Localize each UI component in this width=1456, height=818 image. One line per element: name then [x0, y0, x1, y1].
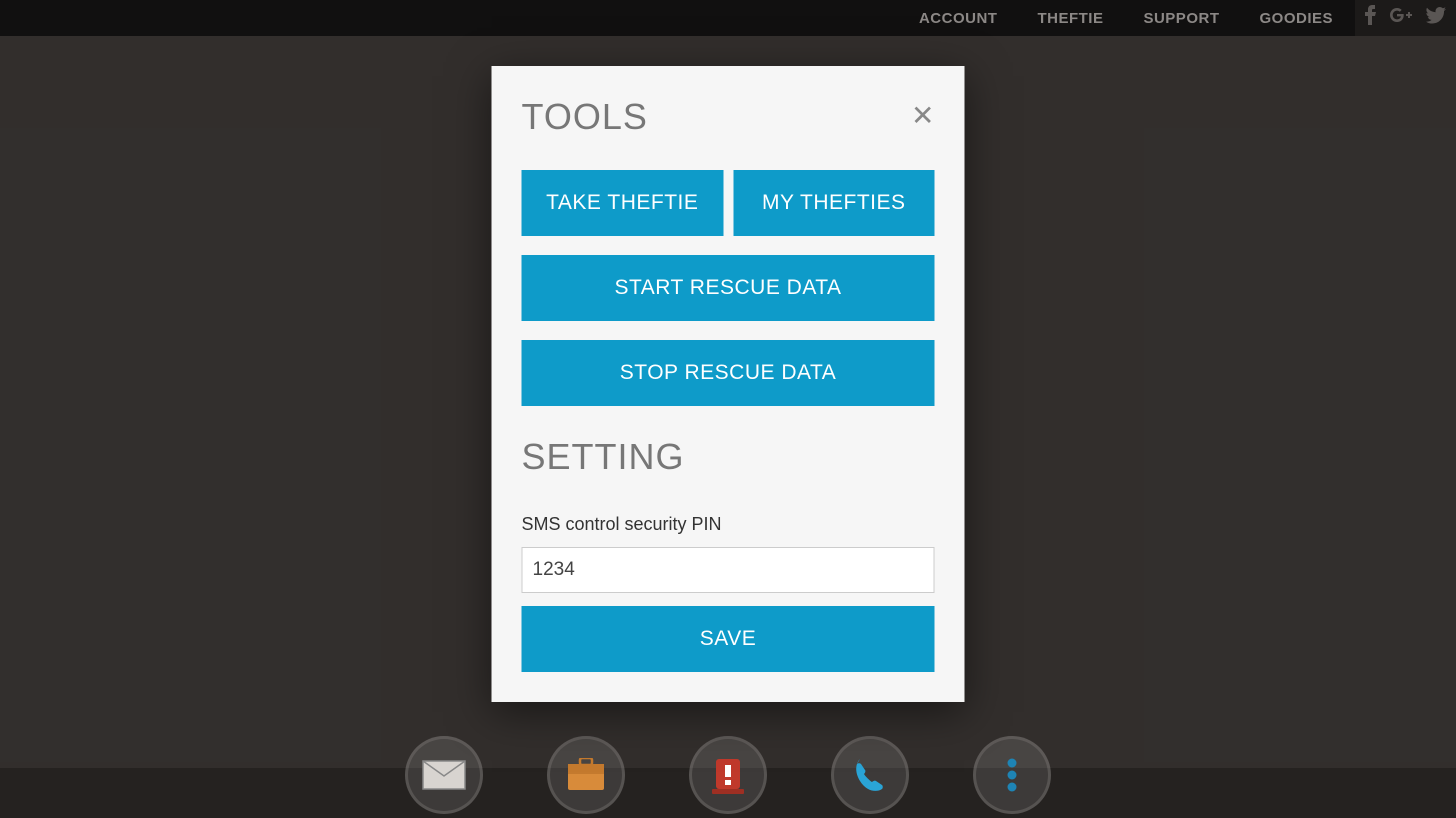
save-button[interactable]: SAVE [522, 606, 935, 672]
nav-link-goodies[interactable]: GOODIES [1259, 10, 1333, 27]
take-theftie-button[interactable]: TAKE THEFTIE [522, 170, 724, 236]
start-rescue-data-button[interactable]: START RESCUE DATA [522, 255, 935, 321]
modal-header: TOOLS ✕ [522, 96, 935, 138]
google-plus-icon[interactable] [1390, 5, 1412, 31]
top-navigation: ACCOUNT THEFTIE SUPPORT GOODIES [0, 0, 1456, 36]
social-icons [1355, 0, 1456, 36]
tools-modal: TOOLS ✕ TAKE THEFTIE MY THEFTIES START R… [492, 66, 965, 702]
close-icon[interactable]: ✕ [911, 102, 934, 130]
nav-link-theftie[interactable]: THEFTIE [1037, 10, 1103, 27]
briefcase-icon [558, 754, 614, 796]
nav-link-support[interactable]: SUPPORT [1143, 10, 1219, 27]
stop-rescue-data-button[interactable]: STOP RESCUE DATA [522, 340, 935, 406]
nav-link-account[interactable]: ACCOUNT [919, 10, 998, 27]
dock-more-button[interactable] [973, 736, 1051, 814]
button-row: TAKE THEFTIE MY THEFTIES [522, 170, 935, 236]
more-icon [984, 754, 1040, 796]
modal-title-tools: TOOLS [522, 96, 648, 138]
modal-title-setting: SETTING [522, 436, 935, 478]
pin-field-label: SMS control security PIN [522, 514, 935, 535]
twitter-icon[interactable] [1426, 7, 1446, 30]
dock [405, 736, 1051, 814]
mail-icon [416, 754, 472, 796]
dock-phone-button[interactable] [831, 736, 909, 814]
dock-mail-button[interactable] [405, 736, 483, 814]
facebook-icon[interactable] [1365, 5, 1376, 31]
dock-alert-button[interactable] [689, 736, 767, 814]
my-thefties-button[interactable]: MY THEFTIES [733, 170, 935, 236]
nav-links: ACCOUNT THEFTIE SUPPORT GOODIES [919, 10, 1355, 27]
phone-icon [842, 754, 898, 796]
alert-icon [700, 754, 756, 796]
dock-briefcase-button[interactable] [547, 736, 625, 814]
pin-input[interactable] [522, 547, 935, 593]
